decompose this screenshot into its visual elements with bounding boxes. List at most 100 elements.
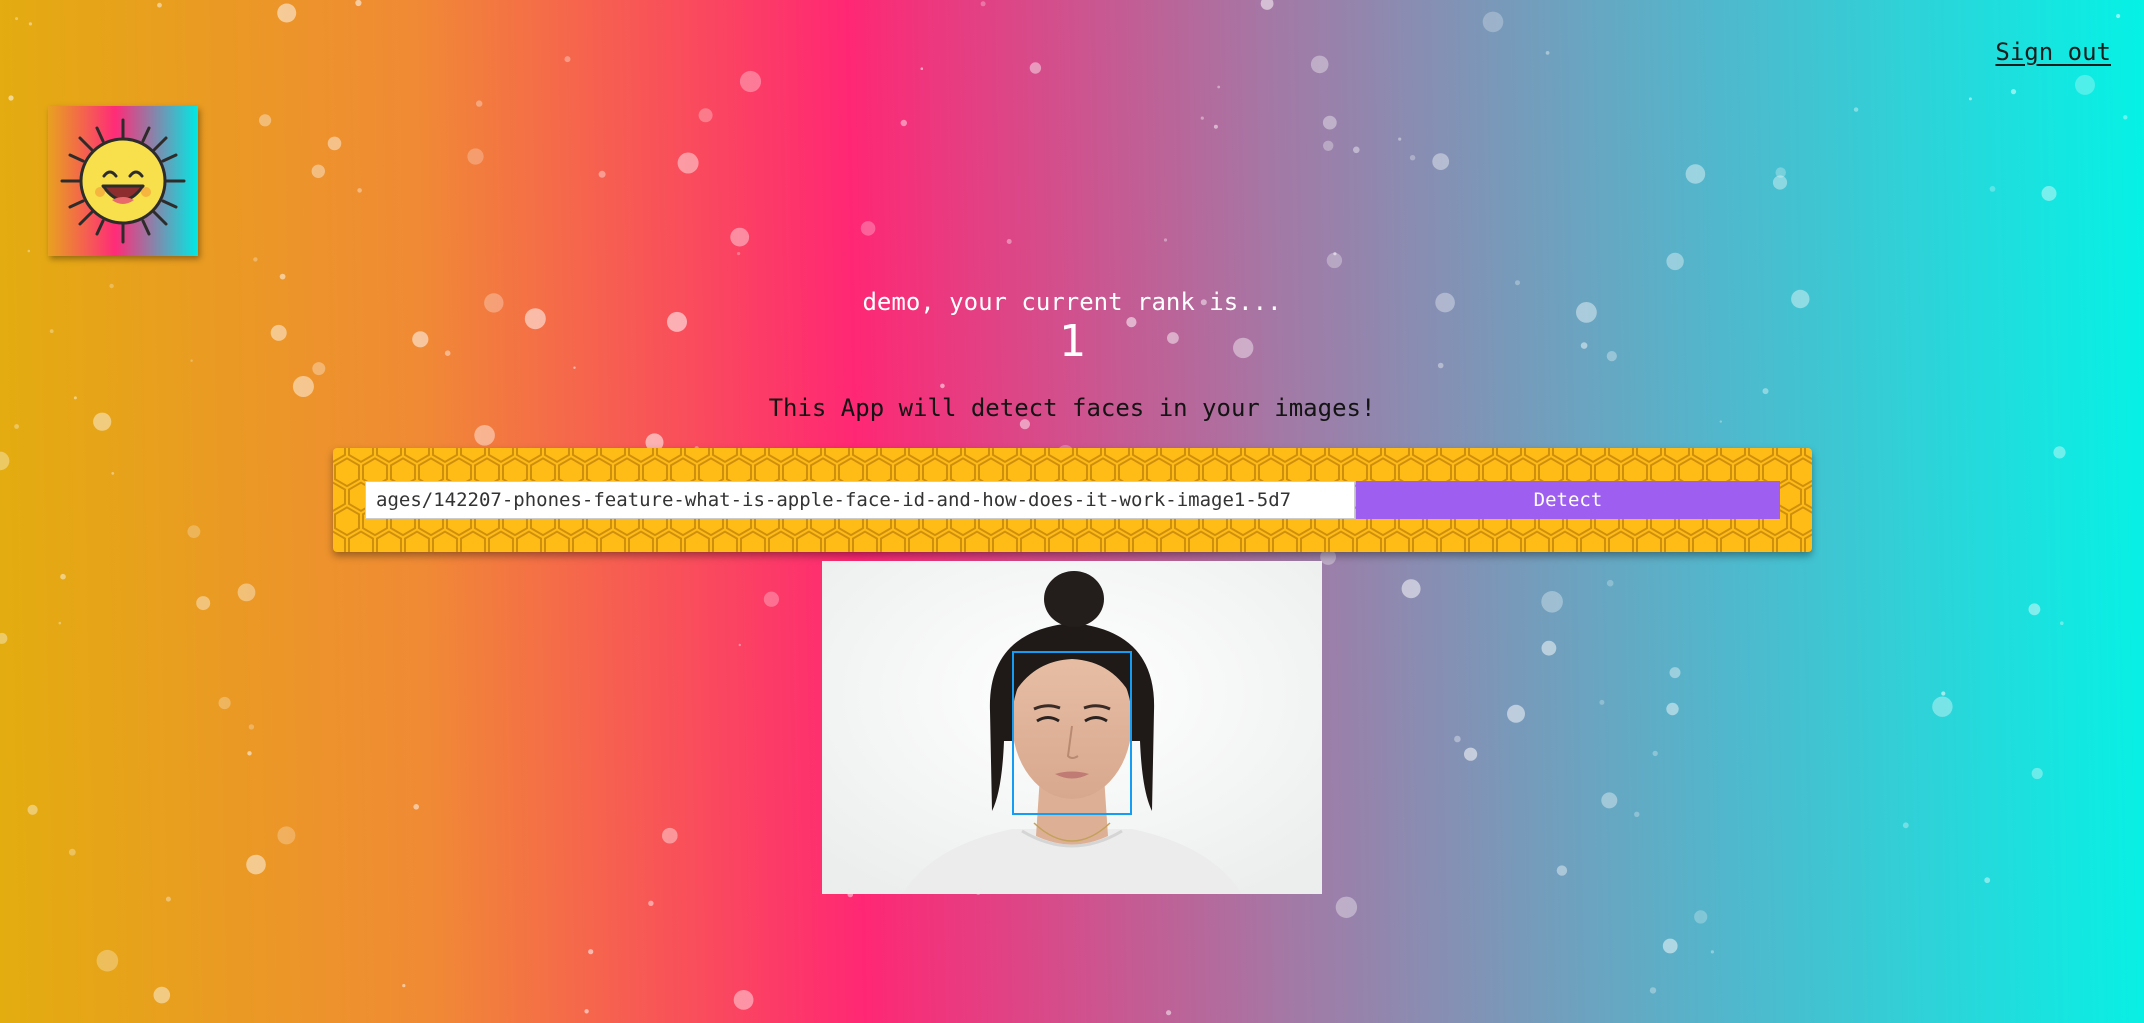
particle-dot <box>218 696 231 710</box>
particle-dot <box>860 221 876 236</box>
particle-dot <box>14 424 19 429</box>
particle-dot <box>733 990 754 1010</box>
rank-value: 1 <box>1058 316 1086 367</box>
particle-dot <box>1213 124 1218 129</box>
particle-dot <box>1662 938 1678 954</box>
particle-dot <box>1666 252 1684 271</box>
particle-dot <box>1989 186 1996 192</box>
detect-button[interactable]: Detect <box>1356 481 1780 519</box>
particle-dot <box>157 2 162 8</box>
particle-dot <box>1166 1010 1172 1016</box>
particle-dot <box>58 621 62 625</box>
particle-dot <box>2075 74 2095 95</box>
particle-dot <box>1649 987 1657 994</box>
smiling-sun-icon <box>60 118 186 244</box>
particle-dot <box>0 451 10 471</box>
particle-dot <box>1326 252 1343 269</box>
particle-dot <box>1694 910 1708 924</box>
particle-dot <box>1401 579 1421 599</box>
particle-dot <box>0 632 8 644</box>
particle-dot <box>237 583 256 602</box>
sign-out-link[interactable]: Sign out <box>1995 38 2111 66</box>
image-url-form: Detect <box>333 448 1812 552</box>
particle-dot <box>277 3 297 23</box>
particle-dot <box>1634 811 1640 817</box>
intro-text: This App will detect faces in your image… <box>768 394 1376 422</box>
particle-dot <box>15 17 19 21</box>
particle-dot <box>730 227 750 247</box>
particle-dot <box>1666 702 1679 716</box>
particle-dot <box>1029 62 1042 74</box>
particle-dot <box>920 67 924 70</box>
particle-dot <box>1710 950 1714 954</box>
particle-dot <box>2041 186 2057 201</box>
particle-dot <box>737 252 741 256</box>
particle-dot <box>187 525 201 538</box>
particle-dot <box>1322 115 1337 130</box>
particle-dot <box>1217 85 1221 89</box>
particle-dot <box>1545 51 1550 55</box>
face-bounding-box[interactable] <box>1012 651 1132 815</box>
particle-dot <box>476 100 483 107</box>
particle-dot <box>1902 822 1909 829</box>
particle-dot <box>2028 603 2041 616</box>
particle-dot <box>648 900 654 906</box>
particle-dot <box>900 119 907 127</box>
particle-dot <box>165 896 171 902</box>
particle-dot <box>1409 155 1416 161</box>
particle-dot <box>196 596 211 611</box>
particle-dot <box>1541 640 1557 656</box>
particle-dot <box>153 986 171 1004</box>
app-logo <box>48 106 198 256</box>
particle-dot <box>1853 107 1859 112</box>
particle-dot <box>327 136 342 151</box>
particle-dot <box>564 56 571 63</box>
particle-dot <box>474 425 495 446</box>
particle-dot <box>763 591 780 607</box>
result-image <box>822 561 1322 894</box>
particle-dot <box>662 827 678 844</box>
particle-dot <box>355 0 362 7</box>
particle-dot <box>96 949 119 972</box>
particle-dot <box>1669 667 1681 679</box>
particle-dot <box>247 751 252 756</box>
particle-dot <box>1398 137 1402 141</box>
particle-dot <box>28 22 32 26</box>
particle-dot <box>940 383 945 389</box>
rank-message: demo, your current rank is... <box>862 288 1282 316</box>
particle-dot <box>311 164 325 178</box>
particle-dot <box>1310 55 1329 74</box>
particle-dot <box>738 643 741 647</box>
particle-dot <box>277 826 296 845</box>
particle-dot <box>1984 877 1991 884</box>
particle-dot <box>1200 116 1204 120</box>
particle-dot <box>698 108 713 123</box>
particle-dot <box>1006 239 1012 244</box>
particle-dot <box>1515 280 1520 286</box>
particle-dot <box>357 188 362 193</box>
particle-dot <box>1464 747 1478 761</box>
particle-dot <box>253 257 258 262</box>
particle-dot <box>259 114 272 127</box>
particle-dot <box>2116 13 2121 19</box>
particle-dot <box>1353 146 1360 154</box>
particle-dot <box>1432 153 1450 171</box>
particle-dot <box>598 170 606 178</box>
particle-dot <box>413 804 420 810</box>
particle-dot <box>1652 750 1658 757</box>
particle-dot <box>1606 579 1614 587</box>
particle-dot <box>1482 11 1504 33</box>
particle-dot <box>739 70 762 93</box>
particle-dot <box>1932 696 1953 717</box>
particle-dot <box>2123 115 2128 120</box>
particle-dot <box>1541 591 1563 613</box>
particle-dot <box>1335 896 1358 918</box>
particle-dot <box>1941 691 1946 696</box>
particle-dot <box>1260 0 1274 10</box>
particle-dot <box>1323 140 1334 151</box>
particle-dot <box>2010 89 2017 95</box>
particle-dot <box>248 724 255 730</box>
particle-dot <box>68 848 76 856</box>
particle-dot <box>1599 699 1605 705</box>
image-url-input[interactable] <box>365 481 1355 519</box>
